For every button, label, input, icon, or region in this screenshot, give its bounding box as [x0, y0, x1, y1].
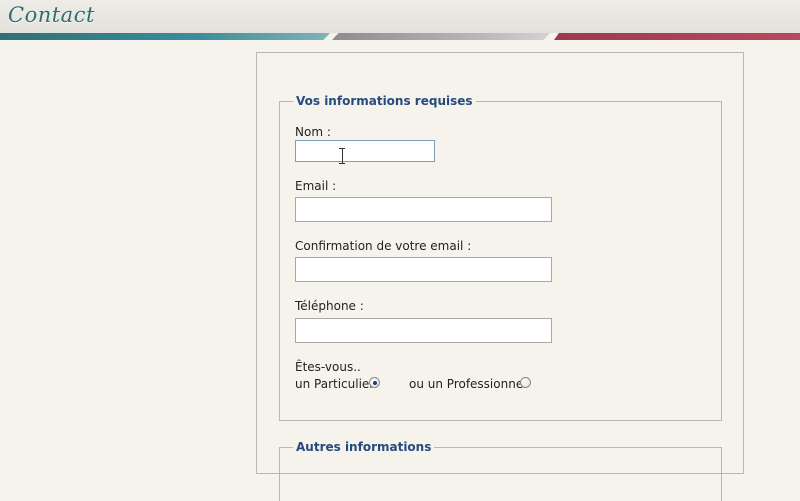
phone-field[interactable]: [295, 318, 552, 343]
other-info-fieldset: Autres informations: [279, 440, 722, 501]
customer-type-question: Êtes-vous..: [295, 360, 361, 374]
nom-field[interactable]: [295, 140, 435, 162]
decorative-stripe-red: [554, 33, 800, 40]
decorative-stripe-teal: [0, 33, 330, 40]
email-label: Email :: [295, 179, 337, 193]
email-field[interactable]: [295, 197, 552, 222]
professionnel-radio[interactable]: [520, 377, 531, 388]
confirm-email-label: Confirmation de votre email :: [295, 239, 472, 253]
confirm-email-field[interactable]: [295, 257, 552, 282]
particulier-label[interactable]: un Particulier: [295, 377, 374, 391]
page-header: Contact: [0, 0, 800, 33]
required-info-legend: Vos informations requises: [296, 94, 473, 108]
text-cursor-icon: [339, 148, 345, 164]
other-info-legend: Autres informations: [296, 440, 432, 454]
particulier-radio[interactable]: [369, 377, 380, 388]
professionnel-label[interactable]: ou un Professionnel: [409, 377, 527, 391]
page-title: Contact: [8, 3, 95, 27]
decorative-stripe-gray: [332, 33, 550, 40]
phone-label: Téléphone :: [295, 299, 364, 313]
nom-label: Nom :: [295, 125, 331, 139]
